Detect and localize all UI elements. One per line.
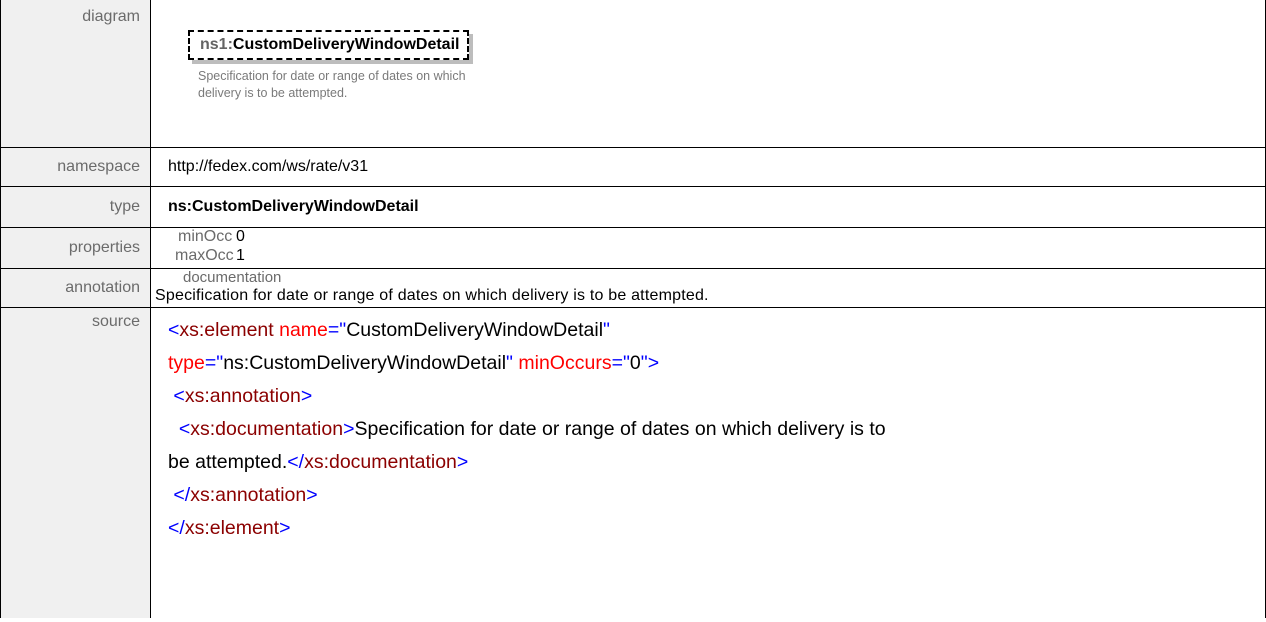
- source-element-tag: xs:element: [184, 517, 280, 539]
- source-punct: =: [327, 319, 340, 341]
- element-diagram-note: Specification for date or range of dates…: [198, 69, 466, 100]
- source-punct: >: [343, 418, 355, 440]
- source-label: source: [91, 313, 140, 330]
- source-label-cell: source: [0, 307, 151, 618]
- diagram-label-cell: diagram: [0, 0, 151, 148]
- annotation-row: annotation documentation Specification f…: [0, 268, 1266, 308]
- source-punct: ": [640, 352, 648, 374]
- source-line-5: be attempted.</xs:documentation>: [168, 446, 1255, 479]
- source-line-2: type="ns:CustomDeliveryWindowDetail" min…: [168, 347, 1255, 380]
- namespace-cell: http://fedex.com/ws/rate/v31: [150, 147, 1266, 187]
- source-line-3: <xs:annotation>: [168, 380, 1255, 413]
- annotation-cell: documentation Specification for date or …: [150, 268, 1266, 308]
- source-attr-value: 0: [629, 352, 641, 374]
- xsd-element-doc-table: diagram ns1: CustomDeliveryWindowDetail S…: [0, 0, 1266, 618]
- source-doc-text: Specification for date or range of dates…: [354, 418, 886, 440]
- source-punct: ": [506, 352, 513, 374]
- diagram-canvas: ns1: CustomDeliveryWindowDetail Specifica…: [151, 0, 1265, 147]
- source-element-tag: xs:element: [179, 319, 274, 341]
- source-punct: <: [178, 418, 191, 440]
- source-attr-type: type: [168, 352, 205, 374]
- source-documentation-tag: xs:documentation: [190, 418, 344, 440]
- min-occ-value: 0: [236, 228, 245, 245]
- element-prefix: ns1:: [200, 36, 233, 53]
- type-label-cell: type: [0, 186, 151, 228]
- source-line-7: </xs:element>: [168, 512, 1255, 545]
- annotation-block: documentation Specification for date or …: [151, 269, 1265, 307]
- source-punct: </: [168, 517, 185, 539]
- source-line-6: </xs:annotation>: [168, 479, 1255, 512]
- source-annotation-tag: xs:annotation: [184, 385, 301, 407]
- annotation-label-cell: annotation: [0, 268, 151, 308]
- properties-label: properties: [68, 239, 140, 256]
- source-punct: =: [204, 352, 217, 374]
- properties-grid: minOcc 0 maxOcc 1: [151, 228, 1265, 268]
- diagram-cell: ns1: CustomDeliveryWindowDetail Specifica…: [150, 0, 1266, 148]
- source-attr-value: ns:CustomDeliveryWindowDetail: [223, 352, 507, 374]
- source-punct: </: [173, 484, 191, 506]
- source-attr-value: CustomDeliveryWindowDetail: [346, 319, 604, 341]
- type-cell: ns:CustomDeliveryWindowDetail: [150, 186, 1266, 228]
- source-punct: <: [168, 319, 180, 341]
- properties-row: properties minOcc 0 maxOcc 1: [0, 227, 1266, 269]
- max-occ-label: maxOcc: [175, 247, 234, 264]
- source-punct: >: [647, 352, 660, 374]
- element-diagram-box[interactable]: ns1: CustomDeliveryWindowDetail: [188, 30, 470, 60]
- max-occ-value: 1: [236, 247, 245, 264]
- annotation-label: annotation: [65, 279, 140, 296]
- source-attr-name: name: [279, 319, 328, 341]
- source-punct: ": [622, 352, 630, 374]
- namespace-label-cell: namespace: [0, 147, 151, 187]
- documentation-label: documentation: [183, 269, 282, 286]
- properties-cell: minOcc 0 maxOcc 1: [150, 227, 1266, 269]
- type-value: ns:CustomDeliveryWindowDetail: [168, 198, 419, 215]
- documentation-text: Specification for date or range of dates…: [155, 287, 709, 304]
- namespace-row: namespace http://fedex.com/ws/rate/v31: [0, 147, 1266, 187]
- source-punct: >: [306, 484, 318, 506]
- source-row: source <xs:element name="CustomDeliveryW…: [0, 307, 1266, 618]
- source-punct: >: [456, 451, 469, 473]
- source-line-4: <xs:documentation>Specification for date…: [168, 413, 1255, 446]
- namespace-value: http://fedex.com/ws/rate/v31: [168, 158, 369, 175]
- source-punct: <: [173, 385, 185, 407]
- source-doc-text: be attempted.: [168, 451, 288, 473]
- source-code: <xs:element name="CustomDeliveryWindowDe…: [168, 308, 1265, 545]
- type-label: type: [109, 198, 140, 215]
- type-row: type ns:CustomDeliveryWindowDetail: [0, 186, 1266, 228]
- properties-label-cell: properties: [0, 227, 151, 269]
- source-line-1: <xs:element name= "CustomDeliveryWindowDe…: [168, 314, 1255, 347]
- source-documentation-tag: xs:documentation: [304, 451, 457, 473]
- source-punct: =: [611, 352, 623, 374]
- namespace-label: namespace: [57, 158, 140, 175]
- element-name: CustomDeliveryWindowDetail: [232, 36, 460, 53]
- source-annotation-tag: xs:annotation: [190, 484, 307, 506]
- source-punct: </: [287, 451, 305, 473]
- source-punct: ": [603, 319, 610, 341]
- source-punct: >: [300, 385, 313, 407]
- source-attr-minoccurs: minOccurs: [518, 352, 612, 374]
- diagram-label: diagram: [82, 8, 140, 25]
- diagram-row: diagram ns1: CustomDeliveryWindowDetail S…: [0, 0, 1266, 148]
- min-occ-label: minOcc: [178, 228, 233, 245]
- source-cell: <xs:element name="CustomDeliveryWindowDe…: [150, 307, 1266, 618]
- source-punct: >: [279, 517, 291, 539]
